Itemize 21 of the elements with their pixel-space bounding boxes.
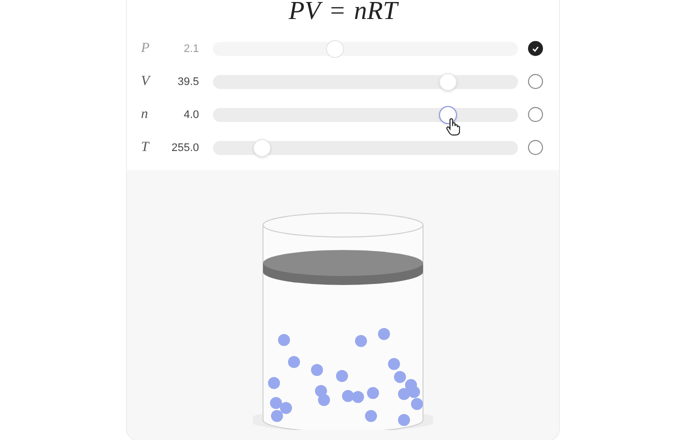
solve-for-radio[interactable] [528,140,543,155]
variable-value: 39.5 [176,76,199,88]
hand-cursor-icon [446,118,460,136]
slider-thumb[interactable] [438,106,457,124]
slider-track[interactable] [213,42,518,56]
variable-symbol: P [141,40,151,56]
solve-for-radio[interactable] [528,41,543,56]
equals-sign: = [328,0,346,27]
slider-track[interactable] [213,140,518,154]
variable-symbol: n [141,106,149,122]
solve-for-radio[interactable] [528,74,543,89]
variable-value: 255.0 [170,142,199,154]
variable-value: 4.0 [182,108,199,120]
formula-text: nRT [354,0,398,27]
slider-track[interactable] [213,74,518,88]
solve-for-radio[interactable] [528,107,543,122]
variable-symbol: T [141,140,150,156]
checkmark-icon [532,46,539,52]
variable-value: 2.1 [182,42,199,54]
variable-symbol: V [141,74,152,90]
formula-text: PV [288,0,320,30]
